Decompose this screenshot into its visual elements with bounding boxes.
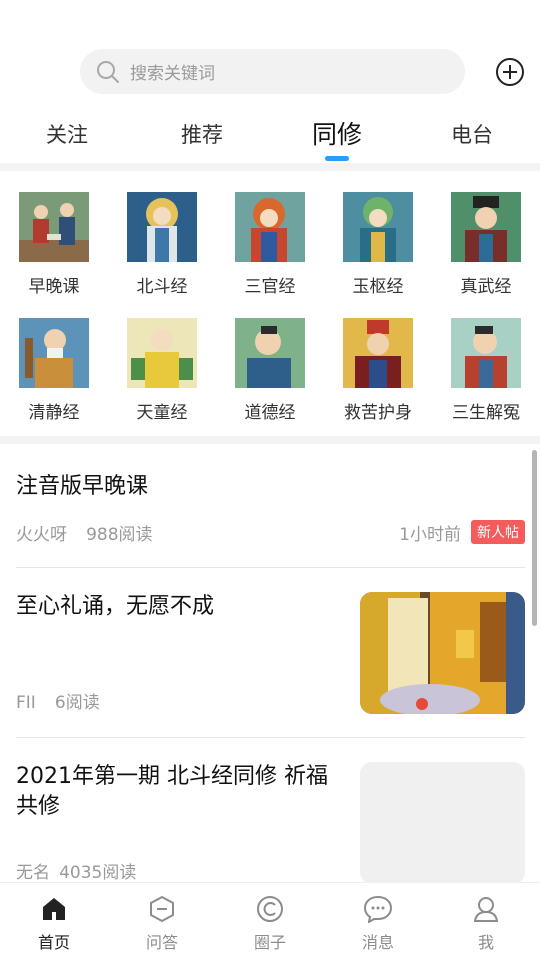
bottom-nav: 首页 问答 圈子 消息 我 — [0, 882, 540, 960]
post-reads: 6阅读 — [54, 693, 100, 713]
deity-portrait-icon — [127, 318, 197, 388]
nav-circle[interactable]: 圈子 — [230, 895, 310, 953]
nav-label: 首页 — [37, 933, 70, 952]
circle-icon — [257, 896, 283, 922]
sutra-label: 道德经 — [244, 403, 296, 423]
deity-portrait-icon — [19, 192, 89, 262]
deity-portrait-icon — [343, 192, 413, 262]
tab-radio[interactable]: 电台 — [422, 110, 522, 160]
nav-messages[interactable]: 消息 — [338, 895, 418, 953]
top-tabs: 关注 推荐 同修 电台 — [0, 110, 540, 162]
post-author: FII — [16, 693, 36, 713]
post-item[interactable]: 至心礼诵，无愿不成 FII 6阅读 — [16, 592, 525, 714]
post-thumbnail-placeholder — [360, 762, 525, 882]
deity-portrait-icon — [19, 318, 89, 388]
sutra-item[interactable]: 救苦护身 — [324, 318, 432, 423]
sutra-label: 真武经 — [460, 277, 512, 297]
post-title: 注音版早晚课 — [16, 474, 149, 499]
nav-label: 消息 — [361, 933, 394, 952]
add-icon[interactable] — [495, 57, 525, 87]
post-divider — [16, 567, 525, 568]
nav-home[interactable]: 首页 — [14, 895, 94, 953]
sutra-label: 三生解冤 — [452, 403, 520, 423]
deity-portrait-icon — [451, 192, 521, 262]
sutra-label: 三官经 — [244, 277, 296, 297]
sutra-item[interactable]: 早晚课 — [0, 192, 108, 297]
search-bar[interactable]: 搜索关键词 — [80, 49, 465, 94]
qa-icon — [150, 895, 174, 923]
deity-portrait-icon — [343, 318, 413, 388]
nav-label: 圈子 — [253, 933, 286, 952]
sutra-item[interactable]: 清静经 — [0, 318, 108, 423]
section-divider — [0, 436, 540, 444]
sutra-item[interactable]: 道德经 — [216, 318, 324, 423]
post-item[interactable]: 2021年第一期 北斗经同修 祈福共修 无名 4035阅读 — [16, 762, 525, 882]
post-title: 2021年第一期 北斗经同修 祈福共修 — [16, 764, 328, 819]
post-reads: 988阅读 — [86, 525, 153, 545]
post-item[interactable]: 注音版早晚课 火火呀 988阅读 1小时前 新人帖 — [16, 472, 525, 546]
post-author: 无名 — [16, 863, 50, 882]
nav-label: 我 — [477, 933, 494, 952]
search-icon — [97, 60, 119, 83]
nav-qa[interactable]: 问答 — [122, 895, 202, 953]
nav-label: 问答 — [145, 933, 178, 952]
nav-me[interactable]: 我 — [446, 895, 526, 953]
tab-practice[interactable]: 同修 — [287, 110, 387, 160]
tab-follow[interactable]: 关注 — [17, 110, 117, 160]
section-divider — [0, 163, 540, 171]
active-tab-indicator — [325, 156, 349, 161]
sutra-label: 救苦护身 — [344, 403, 412, 423]
home-icon — [43, 898, 65, 920]
deity-portrait-icon — [235, 192, 305, 262]
sutra-label: 玉枢经 — [352, 277, 404, 297]
sutra-item[interactable]: 北斗经 — [108, 192, 216, 297]
tab-recommend[interactable]: 推荐 — [152, 110, 252, 160]
post-divider — [16, 737, 525, 738]
sutra-label: 早晚课 — [28, 277, 80, 297]
sutra-label: 天童经 — [136, 403, 188, 423]
sutra-label: 北斗经 — [136, 277, 188, 297]
post-author: 火火呀 — [16, 525, 67, 545]
post-title: 至心礼诵，无愿不成 — [16, 594, 215, 619]
post-feed: 注音版早晚课 火火呀 988阅读 1小时前 新人帖 至心礼诵，无愿不成 FII … — [0, 446, 540, 882]
post-thumbnail — [360, 592, 525, 714]
sutra-item[interactable]: 三官经 — [216, 192, 324, 297]
post-time: 1小时前 — [399, 525, 461, 545]
profile-icon — [473, 897, 499, 922]
sutra-item[interactable]: 真武经 — [432, 192, 540, 297]
deity-portrait-icon — [127, 192, 197, 262]
scrollbar[interactable] — [532, 450, 537, 626]
sutra-item[interactable]: 天童经 — [108, 318, 216, 423]
post-reads: 4035阅读 — [59, 863, 137, 882]
sutra-label: 清静经 — [28, 403, 80, 423]
sutra-item[interactable]: 玉枢经 — [324, 192, 432, 297]
search-placeholder: 搜索关键词 — [130, 64, 215, 84]
sutra-item[interactable]: 三生解冤 — [432, 318, 540, 423]
new-user-badge: 新人帖 — [471, 520, 525, 544]
deity-portrait-icon — [451, 318, 521, 388]
deity-portrait-icon — [235, 318, 305, 388]
message-icon — [363, 895, 393, 923]
